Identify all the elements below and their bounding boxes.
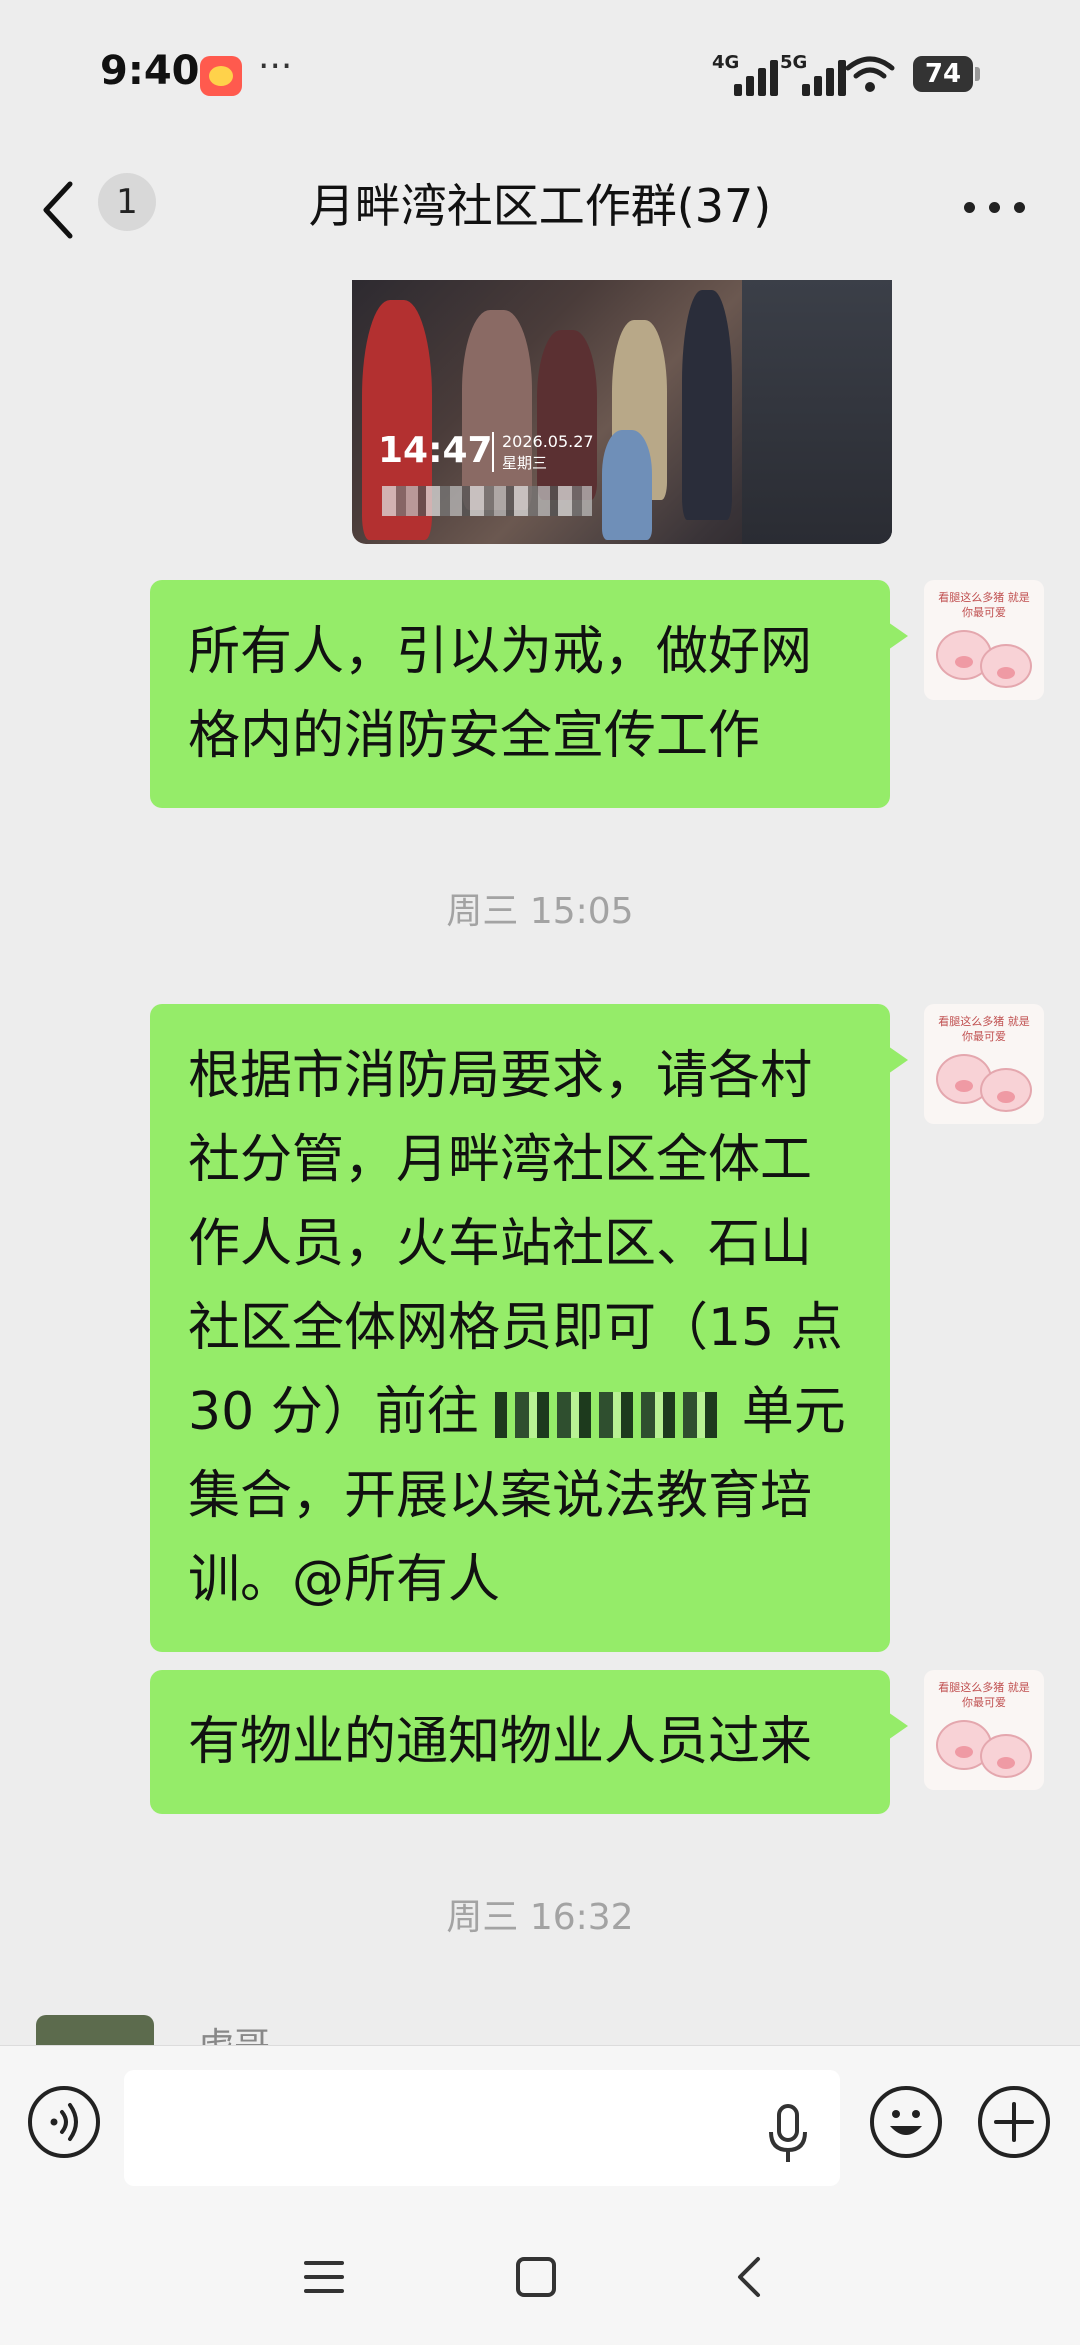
message-bubble[interactable]: 有物业的通知物业人员过来	[150, 1670, 908, 1814]
status-more-icon: ···	[258, 46, 293, 87]
video-message-thumbnail[interactable]: 14:47 2026.05.27 星期三	[352, 280, 892, 544]
video-weekday-overlay: 星期三	[502, 454, 548, 472]
user-avatar[interactable]: 看腿这么多猪 就是你最可爱	[924, 1004, 1044, 1124]
message-timestamp: 周三 16:32	[446, 1897, 634, 1938]
wifi-icon	[845, 56, 895, 92]
message-row: 虎哥	[0, 2015, 1080, 2045]
voice-icon	[50, 2103, 78, 2141]
plus-icon	[994, 2102, 1034, 2142]
more-actions-button[interactable]	[978, 2086, 1050, 2158]
menu-icon[interactable]	[294, 2247, 354, 2307]
message-bubble[interactable]: 所有人，引以为戒，做好网格内的消防安全宣传工作	[150, 580, 908, 808]
battery-indicator: 74	[913, 56, 980, 92]
home-icon[interactable]	[506, 2247, 566, 2307]
sender-avatar[interactable]	[36, 2015, 154, 2045]
chat-header: 1 月畔湾社区工作群(37)	[0, 150, 1080, 280]
voice-input-button[interactable]	[28, 2086, 100, 2158]
notification-app-icon	[200, 56, 242, 96]
message-text-input[interactable]	[124, 2070, 840, 2186]
chat-message-list[interactable]: 14:47 2026.05.27 星期三 所有人，引以为戒，做好网格内的消防安全…	[0, 280, 1080, 2045]
emoji-button[interactable]	[870, 2086, 942, 2158]
system-navigation-bar	[0, 2205, 1080, 2345]
redacted-address	[495, 1392, 726, 1438]
microphone-icon[interactable]	[766, 2104, 810, 2164]
message-timestamp: 周三 15:05	[446, 891, 634, 932]
avatar-caption: 看腿这么多猪 就是你最可爱	[938, 591, 1030, 619]
status-bar: 9:40 ··· 4G 5G 74	[0, 0, 1080, 150]
redacted-location	[382, 486, 592, 516]
back-nav-icon[interactable]	[720, 2247, 780, 2307]
chat-title: 月畔湾社区工作群(37)	[308, 179, 772, 233]
smile-icon	[890, 2110, 922, 2135]
user-avatar[interactable]: 看腿这么多猪 就是你最可爱	[924, 1670, 1044, 1790]
status-time: 9:40	[100, 48, 200, 94]
sender-name: 虎哥	[198, 2017, 270, 2045]
video-date-overlay: 2026.05.27	[502, 432, 594, 451]
message-input-bar	[0, 2045, 1080, 2205]
video-timestamp-overlay: 14:47	[378, 430, 493, 471]
user-avatar[interactable]: 看腿这么多猪 就是你最可爱	[924, 580, 1044, 700]
message-bubble[interactable]: 根据市消防局要求，请各村社分管，月畔湾社区全体工作人员，火车站社区、石山社区全体…	[150, 1004, 908, 1652]
more-options-button[interactable]	[960, 188, 1030, 228]
